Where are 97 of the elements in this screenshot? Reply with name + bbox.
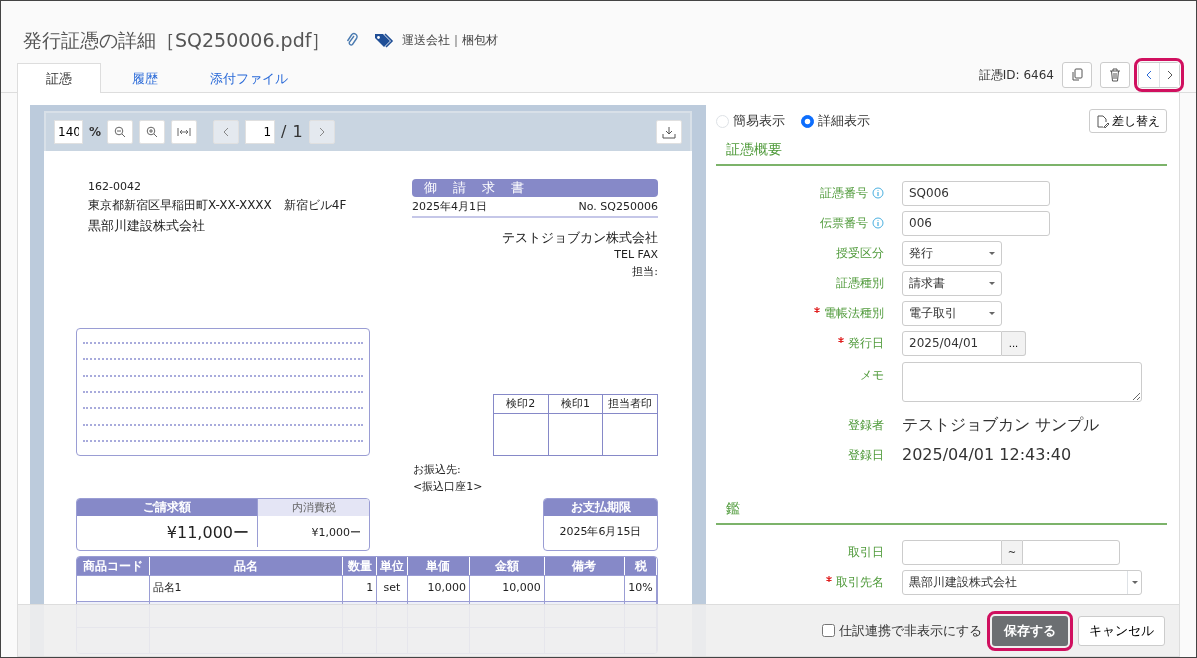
checkbox[interactable]: [822, 624, 835, 637]
section-heading: 鑑: [716, 492, 1167, 525]
download-button[interactable]: [656, 120, 682, 144]
field-label: 取引先名: [836, 574, 884, 591]
percent-sign: %: [89, 124, 102, 141]
page-title: 発行証憑の詳細［SQ250006.pdf］: [23, 27, 331, 53]
date-picker-button[interactable]: ...: [1002, 330, 1026, 356]
document-title: 御 請 求 書: [412, 179, 658, 197]
next-button[interactable]: [1159, 63, 1179, 87]
issuer-name: テストジョブカン株式会社: [501, 228, 658, 247]
copy-icon: [1071, 68, 1083, 82]
due-date: 2025年6月15日: [558, 524, 643, 540]
fit-width-button[interactable]: [171, 120, 198, 144]
radio-label: 簡易表示: [733, 112, 785, 131]
chevron-left-icon: [1146, 70, 1152, 80]
checkbox-label: 仕訳連携で非表示にする: [839, 621, 982, 640]
stamp-cell: [548, 413, 603, 456]
field-label: 証憑番号: [820, 185, 868, 202]
date-to-field[interactable]: [1022, 539, 1120, 565]
issue-date: 2025年4月1日: [412, 199, 487, 215]
page-field[interactable]: 1: [245, 120, 276, 144]
page-separator: /: [281, 121, 287, 143]
chevron-right-icon: [318, 127, 325, 137]
section-heading: 証憑概要: [716, 133, 1167, 166]
cancel-button[interactable]: キャンセル: [1078, 615, 1165, 646]
date-from-field[interactable]: [902, 539, 1002, 565]
text-field[interactable]: SQ006: [902, 180, 1050, 206]
tab[interactable]: 履歴: [101, 62, 189, 93]
tab[interactable]: 添付ファイル: [189, 62, 309, 93]
column-header: 単位: [377, 557, 408, 575]
field-label: メモ: [860, 367, 884, 384]
radio-button[interactable]: [801, 114, 814, 128]
column-header: 税: [625, 557, 657, 575]
next-page-button[interactable]: [308, 120, 335, 144]
bank-label: お振込先:: [413, 462, 462, 478]
copy-button[interactable]: [1062, 62, 1092, 88]
column-header: 単価: [407, 557, 471, 575]
tag-list: 運送会社｜梱包材: [402, 31, 499, 49]
text-field[interactable]: 006: [902, 210, 1050, 236]
stamp-label: 検印1: [548, 394, 603, 414]
stamp-cell: [493, 413, 549, 456]
due-label: お支払期限: [544, 499, 657, 516]
chevron-left-icon: [223, 127, 230, 137]
combo-field[interactable]: 黒部川建設株式会社: [902, 569, 1142, 595]
zoom-out-icon: [114, 126, 127, 138]
replace-button[interactable]: 差し替え: [1089, 109, 1167, 133]
page-total: 1: [292, 121, 303, 143]
previous-page-button[interactable]: [213, 120, 240, 144]
memo-field[interactable]: [902, 362, 1142, 402]
zoom-in-button[interactable]: [139, 120, 166, 144]
stamp-label: 担当者印: [602, 394, 658, 414]
chevron-right-icon: [1166, 70, 1173, 80]
bank-account: <振込口座1>: [413, 478, 484, 495]
issuer-person: 担当:: [631, 263, 658, 280]
stamp-label: 検印2: [493, 394, 549, 414]
tax-label: 内消費税: [257, 499, 369, 516]
column-header: 金額: [470, 557, 545, 575]
address: 東京都新宿区早稲田町X-XX-XXXX 新宿ビル4F: [88, 196, 348, 214]
field-label: 授受区分: [836, 245, 884, 262]
column-header: 品名: [149, 557, 344, 575]
field-label: 証憑種別: [836, 275, 884, 292]
paperclip-icon: [346, 32, 359, 48]
fit-width-icon: [177, 127, 192, 137]
stamp-cell: [602, 413, 658, 456]
column-header: 数量: [343, 557, 378, 575]
tax-value: ¥1,000ー: [257, 516, 369, 547]
column-header: 商品コード: [77, 557, 150, 575]
field-label: 伝票番号: [820, 215, 868, 232]
field-label: 取引日: [848, 544, 884, 561]
tag-icon: [374, 32, 395, 48]
field-value: 2025/04/01 12:43:40: [902, 444, 1072, 466]
invoice-number: No. SQ250006: [578, 199, 658, 215]
postal-code: 162-0042: [88, 179, 142, 195]
delete-button[interactable]: [1100, 62, 1130, 88]
select-field[interactable]: 電子取引: [902, 300, 1002, 326]
radio-label: 詳細表示: [818, 112, 870, 131]
amount-value: ¥11,000ー: [165, 522, 250, 544]
range-separator: ~: [1002, 539, 1022, 565]
field-label: 発行日: [848, 335, 884, 352]
document-pen-icon: [1096, 114, 1110, 128]
field-value: テストジョブカン サンプル: [902, 414, 1100, 436]
field-label: 登録日: [848, 447, 884, 464]
select-field[interactable]: 発行: [902, 240, 1002, 266]
download-icon: [662, 125, 676, 139]
tab[interactable]: 証憑: [17, 62, 101, 93]
select-field[interactable]: 請求書: [902, 270, 1002, 296]
issuer-contact: TEL FAX: [613, 247, 658, 263]
trash-icon: [1109, 68, 1121, 82]
column-header: 備考: [544, 557, 626, 575]
zoom-out-button[interactable]: [107, 120, 134, 144]
record-id: 証憑ID: 6464: [978, 67, 1054, 84]
recipient-name: 黒部川建設株式会社: [88, 216, 206, 235]
date-field[interactable]: 2025/04/01: [902, 330, 1002, 356]
field-label: 登録者: [848, 417, 884, 434]
zoom-in-icon: [146, 126, 159, 138]
amount-label: ご請求額: [77, 499, 257, 516]
field-label: 電帳法種別: [824, 305, 884, 322]
